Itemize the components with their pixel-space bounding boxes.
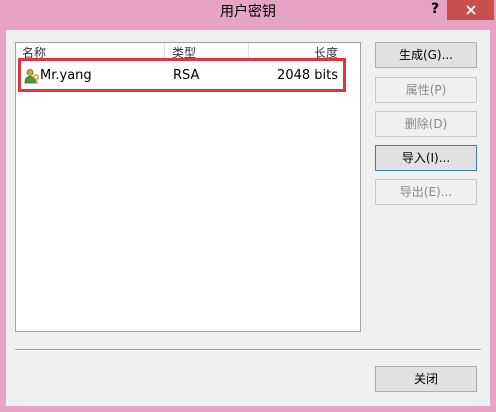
window-title: 用户密钥 xyxy=(220,4,276,20)
column-separator[interactable] xyxy=(248,43,249,61)
key-length: 2048 bits xyxy=(277,68,338,83)
generate-button[interactable]: 生成(G)... xyxy=(375,42,477,68)
key-name: Mr.yang xyxy=(40,68,92,83)
column-header-length[interactable]: 长度 xyxy=(314,45,338,61)
properties-button[interactable]: 属性(P) xyxy=(375,77,477,103)
divider xyxy=(15,349,481,351)
close-button[interactable]: 关闭 xyxy=(375,366,477,392)
delete-button[interactable]: 删除(D) xyxy=(375,111,477,137)
close-icon xyxy=(465,5,476,15)
window-frame-right xyxy=(490,30,496,412)
key-type: RSA xyxy=(173,68,200,83)
close-window-button[interactable] xyxy=(447,0,494,20)
column-header-name[interactable]: 名称 xyxy=(22,45,46,61)
column-separator[interactable] xyxy=(164,43,165,61)
help-button[interactable]: ? xyxy=(425,0,445,20)
window-frame-bottom xyxy=(0,406,496,412)
list-item[interactable]: Mr.yang RSA 2048 bits xyxy=(18,65,358,87)
list-header: 名称 类型 长度 xyxy=(16,43,360,61)
user-key-icon xyxy=(24,69,39,84)
import-button[interactable]: 导入(I)... xyxy=(375,145,477,171)
column-header-type[interactable]: 类型 xyxy=(172,45,196,61)
key-list[interactable]: 名称 类型 长度 Mr.yang RSA 2048 bits xyxy=(15,42,361,332)
export-button[interactable]: 导出(E)... xyxy=(375,179,477,205)
